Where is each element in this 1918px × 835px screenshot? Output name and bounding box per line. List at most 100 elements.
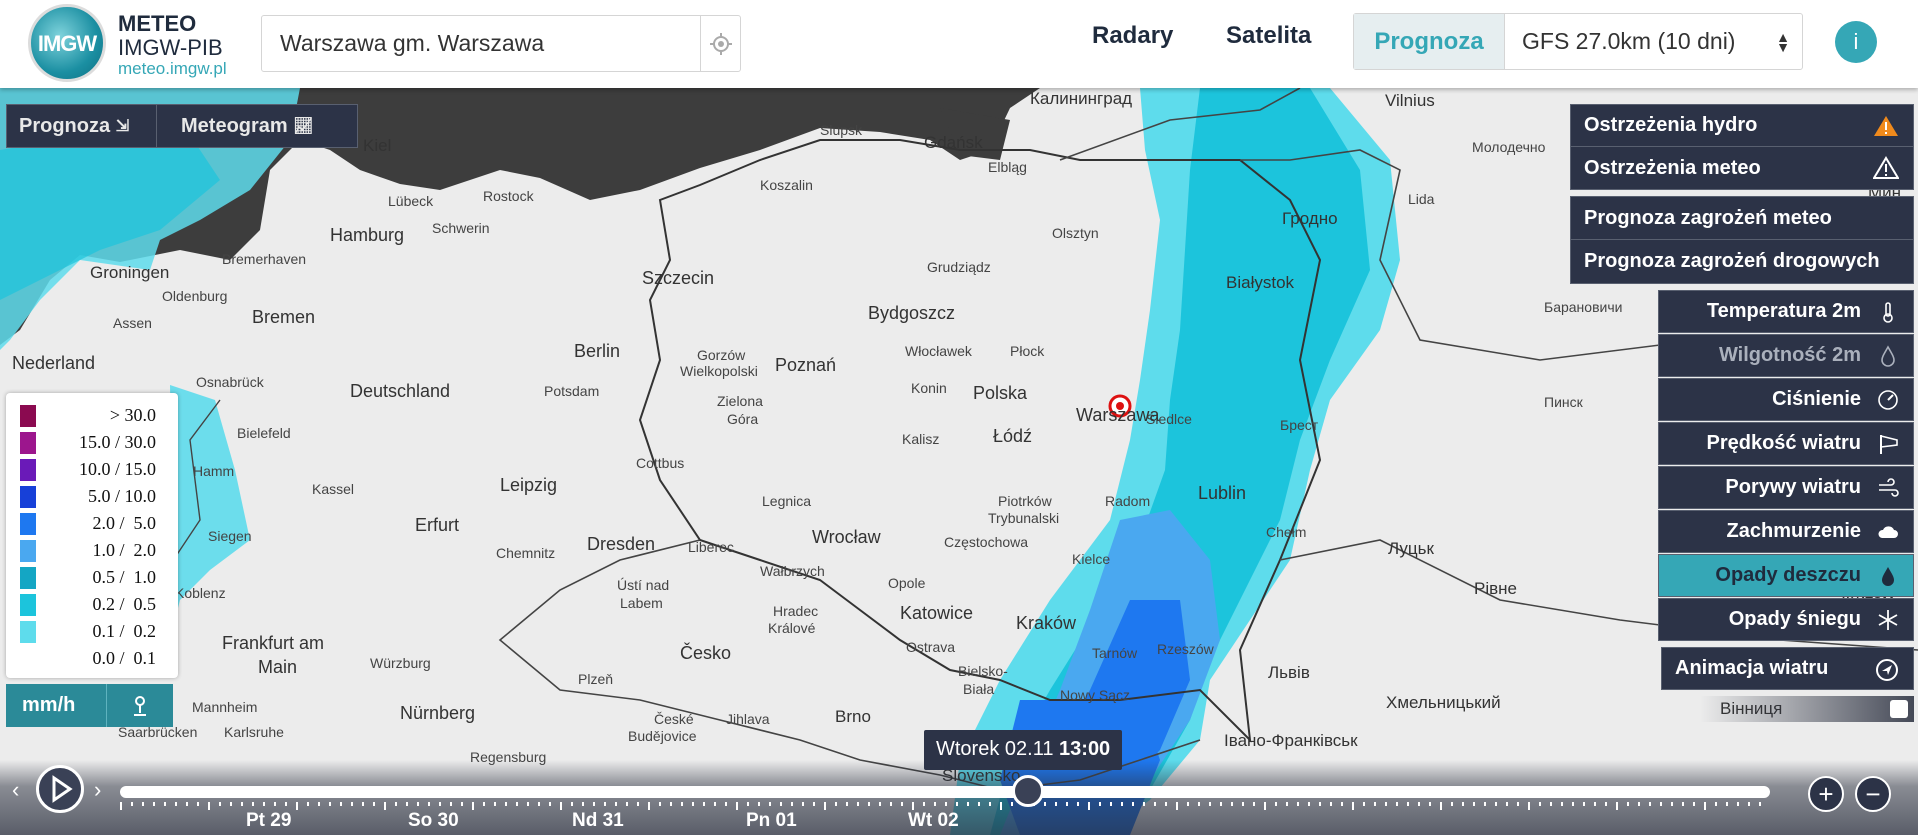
timeline-tick — [153, 802, 155, 806]
timeline-tick — [131, 802, 133, 806]
map-label: Hamm — [193, 463, 235, 479]
map-label: Szczecin — [642, 268, 715, 288]
zoom-in-button[interactable]: + — [1808, 776, 1844, 812]
layer-gauge[interactable]: Ciśnienie — [1658, 378, 1914, 421]
map-label: Assen — [113, 315, 152, 331]
info-button[interactable]: i — [1835, 21, 1877, 63]
layer-humidity[interactable]: Wilgotność 2m — [1658, 334, 1914, 377]
imgw-logo[interactable]: IMGW — [28, 4, 106, 82]
map-label: Kiel — [363, 136, 392, 155]
play-icon — [52, 775, 73, 803]
legend-row: 10.0 / 15.0 — [6, 457, 178, 484]
timeline-tick — [1363, 802, 1365, 806]
timeline-tick — [1418, 802, 1420, 806]
map-label: Рівне — [1474, 579, 1517, 598]
timeline-day-label[interactable]: Wt 02 — [908, 810, 959, 832]
tab-prognoza-map[interactable]: Prognoza ⇲ — [7, 105, 157, 147]
step-back-icon[interactable]: ‹ — [12, 777, 19, 803]
map-label: Radom — [1105, 493, 1151, 509]
threat-road[interactable]: Prognoza zagrożeń drogowych — [1571, 240, 1913, 283]
timeline-tick — [1088, 802, 1090, 810]
nav-satelita[interactable]: Satelita — [1226, 22, 1311, 50]
map-label: Groningen — [90, 263, 170, 282]
layer-label: Prędkość wiatru — [1706, 432, 1861, 454]
location-search-input[interactable] — [262, 16, 702, 71]
brand-url[interactable]: meteo.imgw.pl — [118, 60, 227, 78]
map-label: Deutschland — [350, 381, 451, 401]
legend-swatch — [20, 621, 36, 643]
warning-meteo[interactable]: Ostrzeżenia meteo — [1571, 147, 1913, 189]
timeline-tick — [1308, 802, 1310, 806]
logo-text: IMGW — [37, 31, 97, 56]
timeline-tick — [692, 802, 694, 806]
toggle-knob[interactable] — [1890, 700, 1908, 718]
layer-raindrop[interactable]: Opady deszczu — [1658, 554, 1914, 597]
layer-snowflake[interactable]: Opady śniegu — [1658, 598, 1914, 641]
timeline-tick — [1220, 802, 1222, 806]
legend-label: 0.2 / 0.5 — [92, 594, 156, 614]
layer-cloud[interactable]: Zachmurzenie — [1658, 510, 1914, 553]
layer-label: Temperatura 2m — [1706, 300, 1861, 322]
map-label: Wałbrzych — [760, 563, 825, 579]
map-label: Siegen — [208, 528, 252, 544]
timeline-tick — [1671, 802, 1673, 806]
map-label: Гродно — [1282, 209, 1338, 228]
layer-label: Opady śniegu — [1728, 608, 1861, 630]
map-label: Луцьк — [1388, 539, 1434, 558]
step-forward-icon[interactable]: › — [94, 777, 101, 803]
timeline-day-label[interactable]: Pt 29 — [246, 810, 291, 832]
legend-label: 10.0 / 15.0 — [78, 459, 156, 479]
layer-windsock[interactable]: Prędkość wiatru — [1658, 422, 1914, 465]
map-label: Wrocław — [812, 527, 881, 547]
map-label: Częstochowa — [944, 534, 1029, 550]
nav-radary[interactable]: Radary — [1092, 22, 1173, 50]
map-label: Würzburg — [370, 655, 431, 671]
layer-thermometer[interactable]: Temperatura 2m — [1658, 290, 1914, 333]
timeline-thumb[interactable] — [1012, 775, 1044, 807]
timeline-tick — [868, 802, 870, 806]
tab-meteogram[interactable]: Meteogram 📈︎ — [157, 105, 326, 147]
unit-label[interactable]: mm/h — [6, 684, 106, 727]
map-label: Osnabrück — [196, 374, 264, 390]
timeline-tick — [1110, 802, 1112, 806]
timeline-day-label[interactable]: Nd 31 — [572, 810, 624, 832]
timeline-tick — [1704, 802, 1706, 810]
map-label: Hamburg — [330, 225, 405, 245]
timeline-tick — [1275, 802, 1277, 806]
timeline-day-label[interactable]: So 30 — [408, 810, 459, 832]
warning-hydro[interactable]: Ostrzeżenia hydro — [1571, 105, 1913, 147]
map-label: Nederland — [12, 353, 96, 373]
timeline-tick — [1539, 802, 1541, 806]
timeline-tick — [1726, 802, 1728, 806]
timeline-tick — [549, 802, 551, 806]
map-label: Koblenz — [175, 585, 226, 601]
timeline-day-label[interactable]: Pn 01 — [746, 810, 797, 832]
geolocate-button[interactable] — [700, 16, 740, 71]
map-label: Konin — [911, 380, 947, 396]
wind-animation-toggle[interactable] — [1700, 696, 1914, 722]
timeline-tick — [494, 802, 496, 806]
pin-icon[interactable] — [106, 684, 173, 727]
model-select[interactable]: GFS 27.0km (10 dni) — [1522, 28, 1735, 55]
thermometer-icon — [1883, 302, 1893, 323]
map-label: Lübeck — [388, 193, 434, 209]
timeline-tick — [450, 802, 452, 806]
timeline-tick — [1198, 802, 1200, 806]
timeline-tick — [1319, 802, 1321, 806]
wind-gust-icon — [1879, 478, 1899, 497]
nav-prognoza[interactable]: Prognoza — [1354, 14, 1505, 69]
map-label: Bielsko- — [958, 663, 1008, 679]
threat-meteo[interactable]: Prognoza zagrożeń meteo — [1571, 197, 1913, 240]
timeline-track[interactable] — [120, 786, 1770, 798]
play-button[interactable] — [36, 765, 84, 813]
layer-label: Wilgotność 2m — [1718, 344, 1861, 366]
wind-animation-button[interactable]: Animacja wiatru — [1661, 647, 1914, 690]
timeline-tick — [373, 802, 375, 806]
map-label: Chełm — [1266, 524, 1307, 540]
layer-wind-gust[interactable]: Porywy wiatru — [1658, 466, 1914, 509]
zoom-out-button[interactable]: − — [1855, 776, 1891, 812]
map-label: Cottbus — [636, 455, 685, 471]
timeline-tick — [318, 802, 320, 806]
map-label: Katowice — [900, 603, 974, 623]
select-arrows-icon[interactable]: ▲ ▼ — [1776, 30, 1790, 54]
